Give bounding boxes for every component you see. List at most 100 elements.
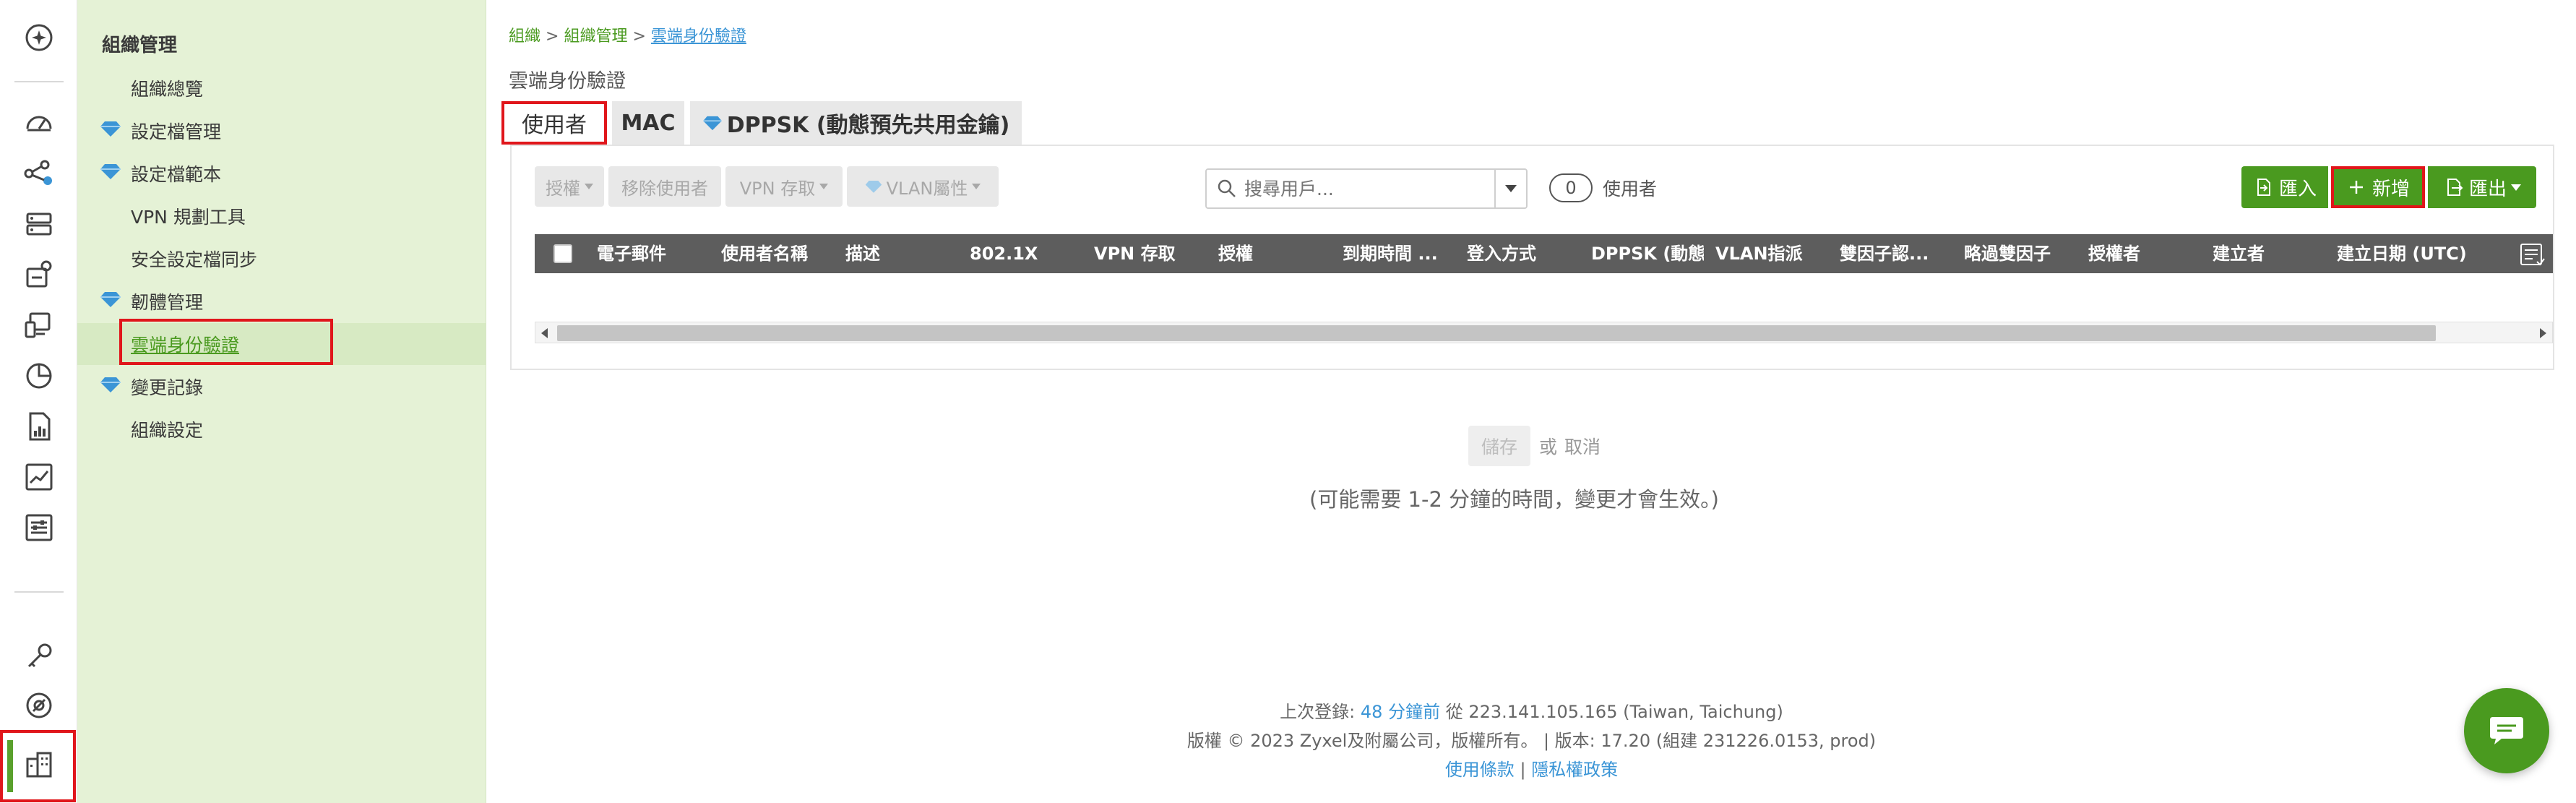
user-count-badge: 0 xyxy=(1549,173,1593,202)
tab-mac[interactable]: MAC xyxy=(612,101,684,145)
diamond-icon xyxy=(100,292,121,307)
report-icon[interactable] xyxy=(19,406,59,447)
menu-item-security-profile-sync[interactable]: 安全設定檔同步 xyxy=(131,246,257,272)
breadcrumb-current[interactable]: 雲端身份驗證 xyxy=(651,27,746,46)
diamond-icon xyxy=(100,121,121,137)
dashboard-star-icon[interactable] xyxy=(19,17,59,58)
breadcrumb-org[interactable]: 組織 xyxy=(509,27,540,46)
column-header-username[interactable]: 使用者名稱 xyxy=(721,234,830,273)
search-dropdown-toggle[interactable] xyxy=(1494,170,1526,207)
remove-user-button[interactable]: 移除使用者 xyxy=(608,166,721,207)
column-header-8021x[interactable]: 802.1X xyxy=(970,234,1078,273)
chat-button[interactable] xyxy=(2464,688,2549,773)
last-login-time[interactable]: 48 分鐘前 xyxy=(1361,702,1440,722)
vpn-access-label: VPN 存取 xyxy=(739,178,816,199)
search-icon xyxy=(1218,179,1236,197)
terms-link[interactable]: 使用條款 xyxy=(1445,760,1515,780)
column-header-bypass-2fa[interactable]: 略過雙因子 xyxy=(1964,234,2072,273)
menu-item-change-log[interactable]: 變更記錄 xyxy=(131,374,203,400)
column-header-vlan[interactable]: VLAN指派 xyxy=(1715,234,1824,273)
column-header-2fa[interactable]: 雙因子認... xyxy=(1840,234,1948,273)
column-header-email[interactable]: 電子郵件 xyxy=(597,234,705,273)
users-table-header: 電子郵件 使用者名稱 描述 802.1X VPN 存取 授權 到期時間 ... … xyxy=(535,234,2553,273)
column-header-expiry[interactable]: 到期時間 ... xyxy=(1343,234,1451,273)
save-button[interactable]: 儲存 xyxy=(1468,426,1530,466)
diamond-icon xyxy=(702,116,722,131)
organization-building-icon[interactable] xyxy=(19,744,59,785)
column-header-created-date[interactable]: 建立日期 (UTC) xyxy=(2337,234,2517,273)
import-button[interactable]: 匯入 xyxy=(2241,166,2328,208)
footer-copyright: 版權 © 2023 Zyxel及附屬公司，版權所有。 | 版本: 17.20 (… xyxy=(1186,731,1877,751)
add-label: 新增 xyxy=(2372,178,2410,200)
search-input[interactable] xyxy=(1244,174,1476,203)
column-header-authorized-by[interactable]: 授權者 xyxy=(2088,234,2197,273)
key-icon[interactable] xyxy=(19,636,59,677)
vpn-access-dropdown[interactable]: VPN 存取 xyxy=(725,166,843,207)
chevron-down-icon xyxy=(819,184,829,189)
chevron-down-icon xyxy=(1505,185,1517,192)
menu-item-firmware-management[interactable]: 韌體管理 xyxy=(131,288,203,314)
tab-dppsk-label: DPPSK (動態預先共用金鑰) xyxy=(726,113,1010,138)
diamond-icon xyxy=(100,377,121,392)
breadcrumb: 組織 > 組織管理 > 雲端身份驗證 xyxy=(509,23,746,46)
chat-bubble-icon xyxy=(2490,717,2523,744)
server-icon[interactable] xyxy=(19,204,59,244)
tab-users[interactable]: 使用者 xyxy=(501,101,607,145)
select-all-checkbox[interactable] xyxy=(553,244,572,263)
authorize-label: 授權 xyxy=(546,178,580,199)
chevron-down-icon xyxy=(2511,184,2521,191)
support-icon[interactable] xyxy=(19,685,59,726)
column-header-dppsk[interactable]: DPPSK (動態預 xyxy=(1591,234,1704,273)
scroll-left-icon[interactable] xyxy=(541,328,548,338)
user-search-box xyxy=(1205,168,1528,209)
table-horizontal-scrollbar[interactable] xyxy=(535,322,2553,343)
vlan-attribute-dropdown[interactable]: VLAN屬性 xyxy=(847,166,999,207)
icon-rail xyxy=(0,0,77,803)
column-header-created-by[interactable]: 建立者 xyxy=(2213,234,2321,273)
side-menu-header: 組織管理 xyxy=(102,35,178,56)
topology-icon[interactable] xyxy=(19,153,59,194)
column-header-vpn-access[interactable]: VPN 存取 xyxy=(1094,234,1202,273)
scrollbar-thumb[interactable] xyxy=(557,325,2436,341)
diamond-icon xyxy=(100,164,121,179)
privacy-link[interactable]: 隱私權政策 xyxy=(1531,760,1618,780)
menu-item-org-overview[interactable]: 組織總覽 xyxy=(131,75,203,101)
diamond-icon xyxy=(865,181,882,193)
authorize-dropdown[interactable]: 授權 xyxy=(535,166,604,207)
breadcrumb-org-management[interactable]: 組織管理 xyxy=(564,27,627,46)
line-chart-icon[interactable] xyxy=(19,457,59,497)
breadcrumb-separator: > xyxy=(546,27,559,46)
add-user-button[interactable]: 新增 xyxy=(2331,166,2425,208)
location-device-icon[interactable] xyxy=(19,254,59,295)
monitor-icon[interactable] xyxy=(19,305,59,345)
footer-last-login: 上次登錄: 48 分鐘前 從 223.141.105.165 (Taiwan, … xyxy=(487,697,2576,723)
side-menu: 組織管理 組織總覽 設定檔管理 設定檔範本 VPN 規劃工具 安全設定檔同步 韌… xyxy=(77,0,486,803)
pie-chart-icon[interactable] xyxy=(19,356,59,396)
scroll-right-icon[interactable] xyxy=(2540,328,2546,338)
app-root: 組織管理 組織總覽 設定檔管理 設定檔範本 VPN 規劃工具 安全設定檔同步 韌… xyxy=(0,0,2576,803)
column-header-authorization[interactable]: 授權 xyxy=(1218,234,1327,273)
vlan-attribute-label: VLAN屬性 xyxy=(886,178,968,199)
column-header-description[interactable]: 描述 xyxy=(845,234,954,273)
tab-dppsk[interactable]: DPPSK (動態預先共用金鑰) xyxy=(690,101,1022,145)
page-title: 雲端身份驗證 xyxy=(509,70,626,93)
rail-divider xyxy=(14,591,64,593)
menu-item-profile-template[interactable]: 設定檔範本 xyxy=(131,160,221,186)
cancel-link[interactable]: 取消 xyxy=(1564,433,1601,459)
menu-item-profile-management[interactable]: 設定檔管理 xyxy=(131,118,221,144)
main-content: 組織 > 組織管理 > 雲端身份驗證 雲端身份驗證 使用者 MAC DPPSK … xyxy=(487,0,2576,803)
rail-divider xyxy=(14,81,64,82)
menu-item-org-settings[interactable]: 組織設定 xyxy=(131,416,203,442)
breadcrumb-separator: > xyxy=(632,27,646,46)
menu-item-vpn-planner[interactable]: VPN 規劃工具 xyxy=(131,203,246,229)
plus-icon xyxy=(2349,181,2363,194)
export-dropdown[interactable]: 匯出 xyxy=(2428,166,2536,208)
column-chooser-icon[interactable] xyxy=(2518,240,2547,269)
settings-sliders-icon[interactable] xyxy=(19,507,59,548)
import-icon xyxy=(2257,179,2270,196)
chevron-down-icon xyxy=(972,184,981,189)
gauge-icon[interactable] xyxy=(19,103,59,143)
column-header-login-method[interactable]: 登入方式 xyxy=(1467,234,1575,273)
menu-item-cloud-authentication[interactable]: 雲端身份驗證 xyxy=(131,331,239,357)
or-text: 或 xyxy=(1539,437,1558,458)
